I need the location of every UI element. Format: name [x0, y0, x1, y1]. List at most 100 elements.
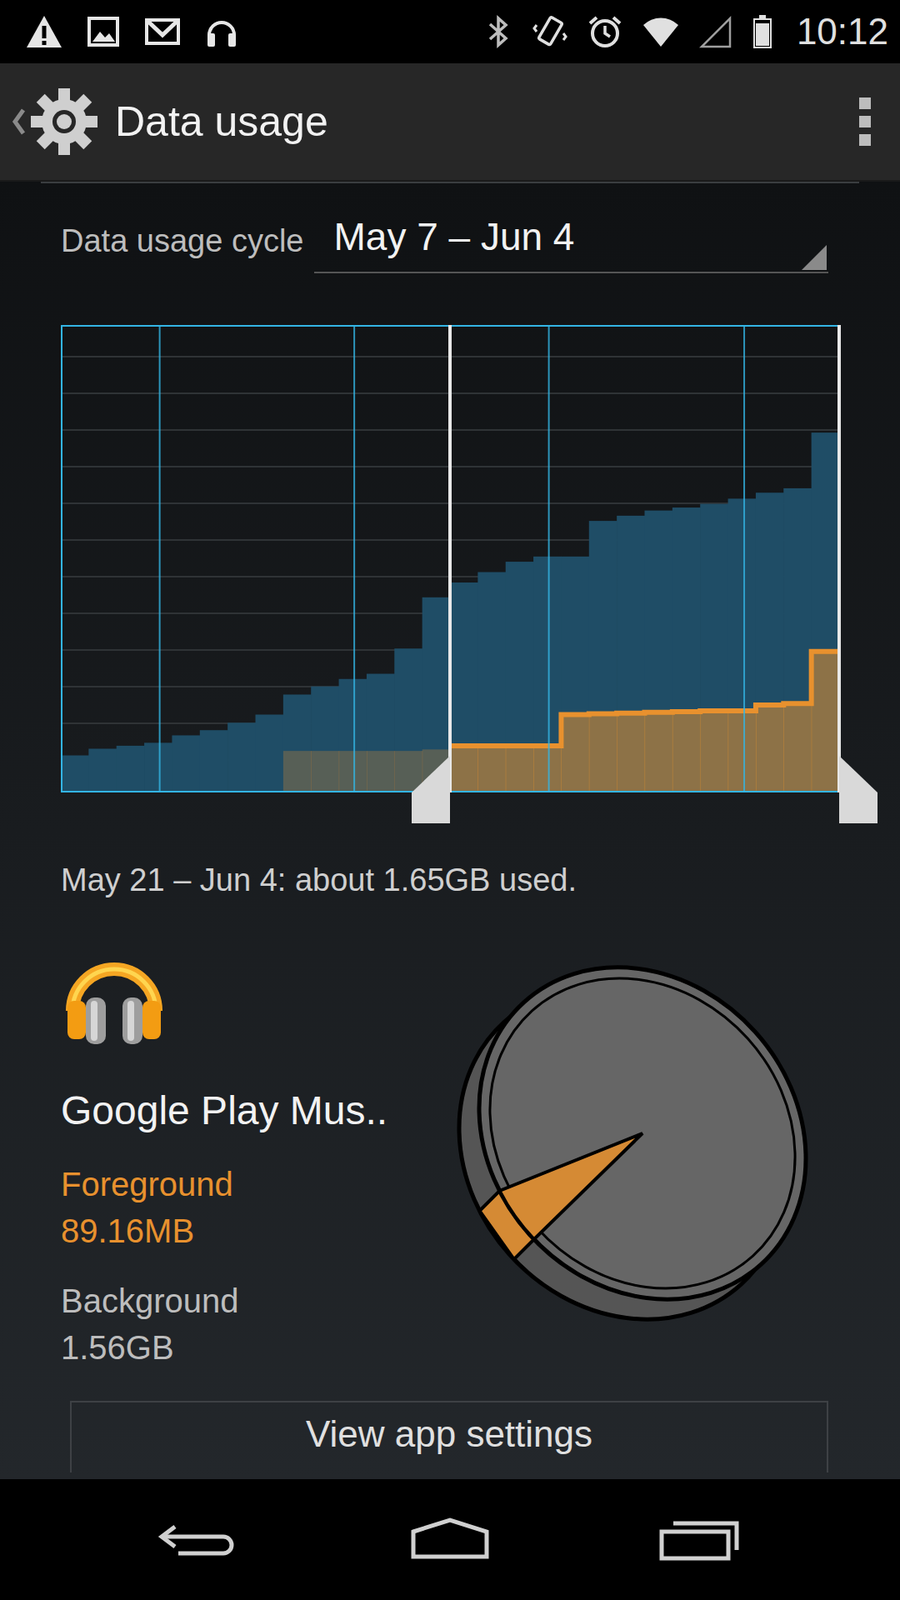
usage-column — [533, 556, 562, 793]
sweep-start-line[interactable] — [448, 325, 452, 793]
week-line — [548, 325, 550, 793]
usage-column — [255, 715, 285, 794]
usage-column — [560, 715, 590, 794]
usage-column — [700, 504, 729, 793]
chart-border — [61, 325, 839, 792]
usage-column — [394, 648, 423, 793]
usage-column — [811, 432, 840, 793]
background-label: Background — [60, 1277, 453, 1325]
usage-column — [88, 748, 117, 793]
usage-column — [645, 712, 674, 793]
usage-column — [728, 498, 757, 793]
usage-column — [505, 561, 535, 793]
screen-title: Data usage — [115, 96, 329, 147]
week-line — [353, 325, 355, 793]
usage-column — [616, 515, 645, 793]
sweep-end-line[interactable] — [837, 325, 841, 793]
cycle-row: Data usage cycle May 7 – Jun 4 — [0, 183, 900, 277]
action-bar: Data usage — [0, 63, 900, 182]
clock: 10:12 — [796, 10, 889, 54]
usage-column — [672, 711, 701, 793]
usage-column — [755, 705, 785, 793]
sweep-end-handle[interactable] — [839, 755, 878, 824]
content: Data usage cycle May 7 – Jun 4 May 21 – Ju… — [0, 181, 900, 1480]
view-app-settings-button[interactable]: View app settings — [70, 1400, 829, 1473]
battery-icon — [751, 13, 774, 50]
pie-top — [442, 945, 835, 1338]
signal-icon — [698, 13, 734, 50]
usage-column — [672, 507, 701, 793]
data-usage-screen: 10:12 Data usage Data usage cycle May 7 – J… — [0, 0, 900, 1600]
pie-foreground-slice — [499, 1133, 643, 1240]
app-name: Google Play Mus.. — [60, 1085, 453, 1136]
navigation-bar — [0, 1479, 900, 1600]
headphones-icon — [203, 13, 240, 50]
usage-column — [171, 735, 200, 793]
usage-column — [200, 730, 229, 793]
usage-column — [450, 582, 479, 793]
usage-column — [477, 572, 506, 793]
usage-pie-chart — [442, 945, 835, 1338]
background-value: 1.56GB — [60, 1324, 453, 1371]
wifi-icon — [641, 13, 680, 50]
vibrate-icon — [531, 13, 569, 50]
usage-chart-canvas — [60, 325, 840, 826]
usage-column — [755, 492, 785, 793]
cycle-value: May 7 – Jun 4 — [334, 215, 575, 259]
gmail-icon — [143, 13, 182, 50]
usage-summary: May 21 – Jun 4: about 1.65GB used. — [0, 860, 900, 900]
status-bar: 10:12 — [0, 0, 900, 64]
usage-column — [283, 694, 312, 793]
usage-column — [144, 742, 173, 793]
back-icon[interactable] — [150, 1515, 250, 1565]
image-icon — [85, 13, 122, 50]
usage-column — [783, 488, 812, 793]
usage-column — [283, 750, 312, 793]
usage-column — [589, 520, 618, 793]
chevron-left-icon — [10, 103, 27, 140]
usage-column — [339, 679, 368, 793]
app-detail: Google Play Mus.. Foreground89.16MB Backgr… — [0, 945, 900, 1371]
home-icon[interactable] — [400, 1515, 500, 1565]
usage-column — [505, 745, 535, 793]
usage-column — [310, 750, 340, 793]
usage-column — [366, 750, 395, 793]
usage-column — [783, 703, 812, 793]
bluetooth-icon — [483, 13, 514, 50]
pie-inner-ring — [442, 945, 835, 1338]
cycle-dropdown[interactable]: May 7 – Jun 4 — [314, 208, 830, 274]
usage-column — [560, 556, 590, 793]
week-line — [743, 325, 745, 793]
usage-column — [700, 710, 729, 793]
usage-column — [310, 686, 340, 793]
cycle-label: Data usage cycle — [60, 220, 305, 261]
sweep-start-handle[interactable] — [411, 755, 450, 824]
gear-icon — [28, 85, 100, 158]
usage-column — [533, 745, 562, 793]
warning-icon — [25, 13, 64, 50]
usage-column — [450, 745, 479, 793]
usage-column — [811, 651, 840, 793]
overflow-menu-icon[interactable] — [855, 92, 875, 151]
usage-column — [60, 755, 90, 793]
usage-column — [366, 674, 395, 793]
usage-column — [477, 745, 506, 793]
usage-column — [589, 714, 618, 793]
usage-column — [616, 713, 645, 793]
recents-icon[interactable] — [650, 1515, 750, 1565]
usage-column — [227, 722, 256, 793]
dropdown-corner-icon — [801, 245, 827, 270]
separator — [40, 181, 860, 184]
foreground-label: Foreground — [60, 1160, 453, 1208]
usage-column — [339, 750, 368, 793]
app-info: Google Play Mus.. Foreground89.16MB Backgr… — [60, 945, 453, 1371]
alarm-icon — [586, 13, 624, 50]
week-line — [159, 325, 161, 793]
app-usage-line — [450, 651, 840, 746]
up-button[interactable] — [10, 85, 100, 158]
foreground-value: 89.16MB — [60, 1207, 453, 1255]
usage-column — [728, 710, 757, 793]
play-music-icon — [60, 945, 168, 1053]
usage-chart — [60, 325, 840, 826]
usage-column — [116, 745, 145, 793]
